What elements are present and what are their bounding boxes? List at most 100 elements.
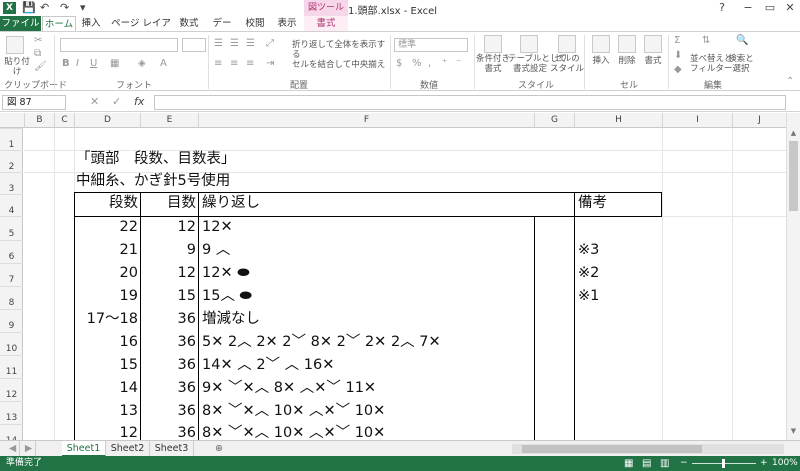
sort-filter-icon[interactable]: ⇅ bbox=[702, 35, 710, 46]
decrease-decimal-icon[interactable]: ⁻ bbox=[456, 58, 461, 69]
tab-view[interactable]: 表示 bbox=[274, 16, 300, 32]
zoom-level[interactable]: 100% bbox=[772, 456, 798, 471]
tab-insert[interactable]: 挿入 bbox=[78, 16, 104, 32]
indent-icon[interactable]: ⇥ bbox=[266, 58, 274, 69]
insert-cells-icon[interactable] bbox=[592, 35, 610, 53]
align-bottom-icon[interactable]: ☰ bbox=[246, 38, 255, 49]
align-right-icon[interactable]: ≡ bbox=[246, 58, 254, 69]
delete-cells-button[interactable]: 削除 bbox=[614, 56, 640, 66]
sheet-tab-sheet3[interactable]: Sheet3 bbox=[150, 441, 194, 457]
help-button[interactable]: ? bbox=[712, 0, 732, 16]
underline-icon[interactable]: U bbox=[90, 58, 97, 69]
tab-home[interactable]: ホーム bbox=[42, 16, 76, 32]
delete-cells-icon[interactable] bbox=[618, 35, 636, 53]
sheet-tab-sheet1[interactable]: Sheet1 bbox=[62, 441, 106, 457]
row-header[interactable]: 12 bbox=[0, 378, 23, 401]
column-header[interactable]: J bbox=[732, 113, 786, 128]
find-select-icon[interactable]: 🔍 bbox=[736, 35, 748, 46]
row-header[interactable]: 1 bbox=[0, 128, 23, 150]
tab-format[interactable]: 書式 bbox=[304, 16, 348, 32]
insert-cells-button[interactable]: 挿入 bbox=[588, 56, 614, 66]
fill-color-icon[interactable]: ◈ bbox=[138, 58, 146, 69]
row-header[interactable]: 6 bbox=[0, 240, 23, 263]
copy-icon[interactable]: ⧉ bbox=[34, 48, 41, 59]
worksheet-grid[interactable]: 「頭部 段数、目数表」 中細糸、かぎ針5号使用 段数 目数 繰り返し 備考 22… bbox=[24, 128, 786, 440]
formula-input[interactable] bbox=[154, 95, 786, 110]
clear-icon[interactable]: ◆ bbox=[674, 64, 682, 75]
format-cells-icon[interactable] bbox=[644, 35, 662, 53]
format-painter-icon[interactable]: 🖌 bbox=[34, 61, 47, 72]
zoom-in-icon[interactable]: + bbox=[760, 456, 768, 471]
align-center-icon[interactable]: ≡ bbox=[230, 58, 238, 69]
align-middle-icon[interactable]: ☰ bbox=[230, 38, 239, 49]
conditional-formatting-icon[interactable] bbox=[484, 35, 502, 53]
insert-function-icon[interactable]: fx bbox=[134, 95, 144, 108]
redo-icon[interactable]: ↷ bbox=[60, 1, 69, 15]
find-select-button[interactable]: 検索と 選択 bbox=[726, 54, 756, 74]
cut-icon[interactable]: ✂ bbox=[34, 35, 42, 46]
save-icon[interactable]: 💾 bbox=[22, 1, 36, 15]
normal-view-icon[interactable]: ▦ bbox=[624, 456, 633, 471]
percent-icon[interactable]: % bbox=[412, 58, 422, 69]
scroll-up-icon[interactable]: ▲ bbox=[787, 129, 800, 137]
borders-icon[interactable]: ▦ bbox=[110, 58, 119, 69]
row-header[interactable]: 11 bbox=[0, 355, 23, 378]
paste-button[interactable]: 貼り付け bbox=[2, 57, 32, 77]
tab-file[interactable]: ファイル bbox=[0, 16, 41, 32]
confirm-entry-icon[interactable]: ✓ bbox=[112, 95, 121, 108]
scroll-down-icon[interactable]: ▼ bbox=[787, 427, 800, 435]
restore-button[interactable]: ▭ bbox=[760, 0, 780, 16]
comma-icon[interactable]: , bbox=[428, 58, 431, 69]
column-header[interactable]: B bbox=[24, 113, 54, 128]
minimize-button[interactable]: − bbox=[738, 0, 758, 16]
cancel-entry-icon[interactable]: ✕ bbox=[90, 95, 99, 108]
row-header[interactable]: 7 bbox=[0, 263, 23, 286]
column-header[interactable]: E bbox=[140, 113, 198, 128]
tab-data[interactable]: データ bbox=[208, 16, 236, 45]
format-as-table-button[interactable]: テーブルとして 書式設定 bbox=[508, 54, 567, 74]
row-header[interactable]: 8 bbox=[0, 286, 23, 309]
fill-icon[interactable]: ⬇ bbox=[674, 50, 682, 61]
merge-center-button[interactable]: セルを結合して中央揃え bbox=[292, 60, 388, 70]
sort-filter-button[interactable]: 並べ替えと フィルター bbox=[690, 54, 733, 74]
column-header[interactable]: G bbox=[534, 113, 574, 128]
close-button[interactable]: ✕ bbox=[780, 0, 800, 16]
customize-qat-icon[interactable]: ▾ bbox=[80, 1, 86, 15]
currency-icon[interactable]: $ bbox=[396, 58, 402, 69]
horizontal-scrollbar[interactable] bbox=[512, 444, 784, 454]
column-header[interactable]: F bbox=[198, 113, 534, 128]
conditional-formatting-button[interactable]: 条件付き 書式 bbox=[476, 54, 510, 74]
bold-icon[interactable]: B bbox=[62, 58, 70, 69]
next-sheet-icon[interactable]: ▶ bbox=[22, 441, 36, 457]
font-name-select[interactable] bbox=[60, 38, 178, 52]
italic-icon[interactable]: I bbox=[76, 58, 79, 69]
collapse-ribbon-icon[interactable]: ⌃ bbox=[786, 76, 794, 87]
zoom-slider-thumb[interactable] bbox=[722, 459, 725, 468]
row-header[interactable]: 9 bbox=[0, 309, 23, 332]
row-header[interactable]: 3 bbox=[0, 172, 23, 194]
increase-decimal-icon[interactable]: ⁺ bbox=[442, 58, 447, 69]
name-box[interactable]: 図 87 bbox=[2, 95, 66, 110]
row-header[interactable]: 4 bbox=[0, 194, 23, 216]
undo-icon[interactable]: ↶ bbox=[40, 1, 49, 15]
row-header[interactable]: 13 bbox=[0, 401, 23, 424]
tab-review[interactable]: 校閲 bbox=[242, 16, 268, 32]
autosum-icon[interactable]: Σ bbox=[674, 35, 680, 46]
prev-sheet-icon[interactable]: ◀ bbox=[6, 441, 20, 457]
format-as-table-icon[interactable] bbox=[520, 35, 538, 53]
column-header[interactable]: H bbox=[574, 113, 662, 128]
horizontal-scroll-thumb[interactable] bbox=[522, 445, 702, 453]
orientation-icon[interactable]: ⤢ bbox=[266, 38, 274, 49]
add-sheet-button[interactable]: ⊕ bbox=[210, 441, 228, 457]
tab-page-layout[interactable]: ページ レイアウト bbox=[108, 16, 174, 45]
row-header[interactable]: 10 bbox=[0, 332, 23, 355]
paste-icon[interactable] bbox=[6, 36, 24, 54]
page-layout-view-icon[interactable]: ▤ bbox=[642, 456, 651, 471]
page-break-view-icon[interactable]: ▥ bbox=[660, 456, 669, 471]
row-header[interactable]: 2 bbox=[0, 150, 23, 172]
column-header[interactable]: D bbox=[74, 113, 140, 128]
zoom-out-icon[interactable]: − bbox=[680, 456, 688, 471]
align-left-icon[interactable]: ≡ bbox=[214, 58, 222, 69]
wrap-text-button[interactable]: 折り返して全体を表示する bbox=[292, 40, 388, 60]
cell-styles-icon[interactable] bbox=[558, 35, 576, 53]
